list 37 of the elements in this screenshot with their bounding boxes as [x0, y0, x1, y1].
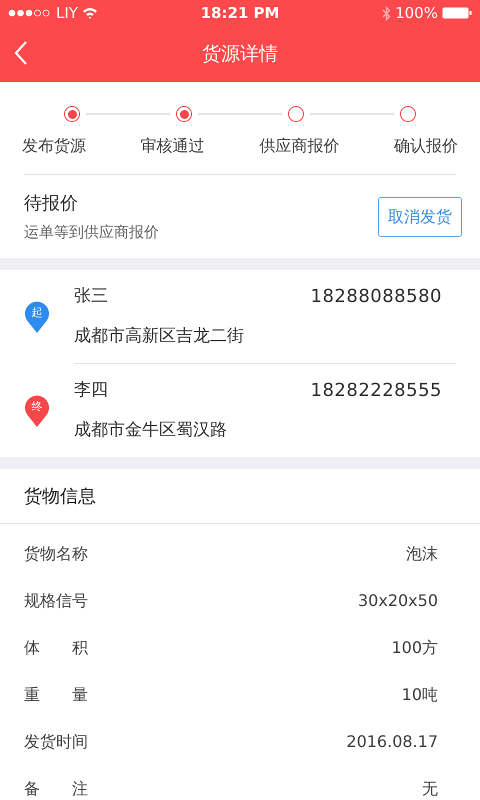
status-subtitle: 运单等到供应商报价	[24, 222, 159, 243]
phone-number: 18288088580	[310, 285, 442, 310]
address-text: 成都市金牛区蜀汉路	[74, 419, 228, 442]
battery-percentage: 100%	[395, 2, 438, 24]
location-pin: 终	[24, 394, 50, 428]
battery-icon	[442, 7, 472, 19]
contact-name: 张三	[74, 285, 108, 308]
field-label: 发货时间	[24, 730, 88, 752]
step-label: 发布货源	[22, 135, 86, 157]
field-value: 10吨	[402, 684, 438, 706]
field-value: 泡沫	[406, 542, 438, 564]
phone-number: 18282228555	[310, 379, 442, 404]
field-value: 30x20x50	[358, 590, 438, 612]
address-text: 成都市高新区吉龙二街	[74, 325, 245, 348]
section-title: 货物信息	[24, 484, 96, 508]
field-value: 2016.08.17	[346, 730, 438, 752]
step-label: 审核通过	[140, 135, 205, 157]
field-value: 无	[422, 778, 438, 800]
carrier-name: LIY	[56, 2, 78, 24]
clock-time: 18:21 PM	[200, 2, 280, 24]
field-value: 100方	[391, 636, 438, 658]
field-label: 体 积	[24, 636, 88, 658]
signal-icon	[8, 9, 52, 17]
step-label: 供应商报价	[259, 135, 340, 157]
step-label: 确认报价	[394, 135, 458, 157]
bluetooth-icon	[382, 6, 392, 20]
back-button[interactable]	[14, 40, 28, 66]
field-label: 备 注	[24, 778, 88, 800]
wifi-icon	[82, 7, 98, 19]
field-label: 货物名称	[24, 542, 88, 564]
location-pin: 起	[24, 300, 50, 334]
page-title: 货源详情	[202, 42, 278, 67]
field-label: 重 量	[24, 684, 88, 706]
cancel-shipment-button[interactable]: 取消发货	[378, 196, 462, 236]
status-title: 待报价	[24, 192, 79, 216]
field-label: 规格信号	[24, 590, 88, 612]
contact-name: 李四	[74, 379, 108, 402]
